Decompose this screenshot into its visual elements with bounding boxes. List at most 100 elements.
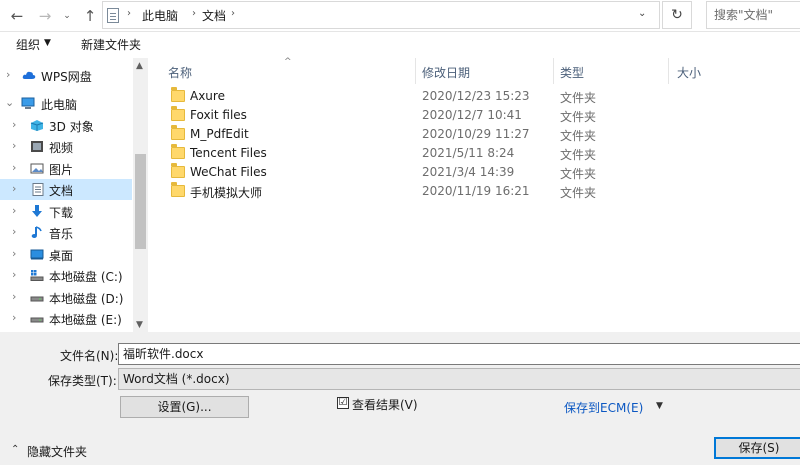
breadcrumb-separator[interactable]: › [127, 8, 131, 19]
file-name: M_PdfEdit [190, 127, 249, 141]
file-name: Tencent Files [190, 146, 267, 160]
file-row[interactable]: Foxit files 2020/12/7 10:41 文件夹 [150, 106, 790, 125]
file-list: 名称 ^ 修改日期 类型 大小 Axure 2020/12/23 15:23 文… [150, 57, 800, 332]
chevron-right-icon[interactable]: › [12, 161, 16, 174]
file-name: WeChat Files [190, 165, 267, 179]
new-folder-button[interactable]: 新建文件夹 [81, 36, 141, 53]
chevron-right-icon[interactable]: › [12, 268, 16, 281]
chevron-right-icon[interactable]: › [6, 68, 10, 81]
hide-folders-button[interactable]: 隐藏文件夹 [27, 443, 87, 460]
chevron-right-icon[interactable]: › [12, 247, 16, 260]
file-row[interactable]: Axure 2020/12/23 15:23 文件夹 [150, 87, 790, 106]
tree-item-downloads[interactable]: › 下载 [0, 201, 132, 222]
file-row[interactable]: M_PdfEdit 2020/10/29 11:27 文件夹 [150, 125, 790, 144]
tree-item-label: 文档 [49, 184, 74, 198]
toolbar: 组织 ▼ 新建文件夹 [0, 32, 800, 58]
chevron-right-icon[interactable]: › [12, 182, 16, 195]
search-input[interactable]: 搜索"文档" [706, 1, 800, 29]
chevron-up-icon[interactable]: ⌃ [11, 444, 19, 455]
chevron-right-icon[interactable]: › [12, 118, 16, 131]
tree-item-drive-c[interactable]: › 本地磁盘 (C:) [0, 265, 132, 286]
tree-item-label: 本地磁盘 (E:) [49, 313, 122, 327]
documents-icon [32, 183, 44, 196]
tree-item-this-pc[interactable]: ⌄ 此电脑 [0, 93, 132, 114]
breadcrumb-documents[interactable]: 文档 [202, 7, 226, 24]
filename-input[interactable]: 福昕软件.docx [118, 343, 800, 365]
folder-icon [171, 125, 185, 140]
tree-item-label: 音乐 [49, 227, 74, 241]
tree-item-label: 视频 [49, 141, 74, 155]
chevron-right-icon[interactable]: › [12, 204, 16, 217]
refresh-icon: ↻ [671, 7, 683, 23]
3d-objects-icon [30, 120, 44, 131]
file-name: Axure [190, 89, 225, 103]
column-header-date[interactable]: 修改日期 [416, 58, 554, 84]
chevron-right-icon[interactable]: › [12, 290, 16, 303]
address-box[interactable]: › 此电脑 › 文档 › ⌄ [102, 1, 660, 29]
breadcrumb-separator[interactable]: › [231, 8, 235, 19]
save-button[interactable]: 保存(S) [714, 437, 800, 459]
column-header-name[interactable]: 名称 ^ [150, 57, 416, 84]
view-results-label[interactable]: 查看结果(V) [352, 396, 418, 413]
file-date: 2020/11/19 16:21 [422, 184, 530, 198]
tree-item-desktop[interactable]: › 桌面 [0, 244, 132, 265]
tree-item-label: 下载 [49, 206, 74, 220]
video-icon [31, 141, 43, 152]
save-type-select[interactable]: Word文档 (*.docx) [118, 368, 800, 390]
file-row[interactable]: Tencent Files 2021/5/11 8:24 文件夹 [150, 144, 790, 163]
tree-item-music[interactable]: › 音乐 [0, 222, 132, 243]
chevron-right-icon[interactable]: › [12, 139, 16, 152]
file-date: 2020/12/7 10:41 [422, 108, 522, 122]
refresh-button[interactable]: ↻ [662, 1, 692, 29]
caret-down-icon[interactable]: ▼ [44, 38, 51, 48]
column-header-size[interactable]: 大小 [669, 58, 749, 84]
tree-item-pictures[interactable]: › 图片 [0, 158, 132, 179]
file-type: 文件夹 [560, 148, 597, 162]
file-name: 手机模拟大师 [190, 186, 263, 200]
sort-ascending-icon: ^ [284, 57, 292, 67]
caret-down-icon[interactable]: ▼ [656, 401, 663, 411]
drive-icon [30, 296, 44, 302]
file-row[interactable]: WeChat Files 2021/3/4 14:39 文件夹 [150, 163, 790, 182]
folder-icon [171, 144, 185, 159]
chevron-right-icon[interactable]: › [12, 225, 16, 238]
pictures-icon [30, 163, 44, 174]
breadcrumb-separator[interactable]: › [192, 8, 196, 19]
cloud-icon [22, 71, 36, 79]
tree-item-wps-cloud[interactable]: › WPS网盘 [0, 65, 132, 86]
scrollbar-thumb[interactable] [135, 154, 146, 249]
save-to-ecm-link[interactable]: 保存到ECM(E) [564, 399, 643, 416]
chevron-right-icon[interactable]: › [12, 311, 16, 324]
chevron-down-icon[interactable]: ⌄ [5, 96, 14, 109]
scroll-up-icon[interactable]: ▲ [136, 61, 143, 71]
back-button[interactable]: ← [6, 6, 28, 26]
column-header-type[interactable]: 类型 [554, 58, 669, 84]
download-icon [32, 205, 42, 217]
chevron-down-icon[interactable]: ⌄ [638, 8, 646, 19]
tree-item-drive-d[interactable]: › 本地磁盘 (D:) [0, 287, 132, 308]
tree-item-drive-e[interactable]: › 本地磁盘 (E:) [0, 308, 132, 329]
tree-item-label: 桌面 [49, 249, 74, 263]
desktop-icon [30, 249, 44, 260]
folder-icon [171, 163, 185, 178]
forward-button[interactable]: → [34, 6, 56, 26]
breadcrumb-this-pc[interactable]: 此电脑 [142, 7, 178, 24]
scroll-down-icon[interactable]: ▼ [136, 320, 143, 330]
folder-icon [171, 182, 185, 197]
view-results-checkbox[interactable]: ☑ [337, 397, 349, 409]
tree-item-documents[interactable]: › 文档 [0, 179, 132, 200]
file-type: 文件夹 [560, 91, 597, 105]
up-button[interactable]: ↑ [79, 6, 101, 26]
navigation-scrollbar[interactable]: ▲ ▼ [133, 58, 148, 332]
file-date: 2021/3/4 14:39 [422, 165, 515, 179]
settings-button[interactable]: 设置(G)... [120, 396, 249, 418]
file-row[interactable]: 手机模拟大师 2020/11/19 16:21 文件夹 [150, 182, 790, 201]
windows-drive-icon [30, 270, 44, 281]
tree-item-label: 图片 [49, 163, 74, 177]
tree-item-3d-objects[interactable]: › 3D 对象 [0, 115, 132, 136]
file-type: 文件夹 [560, 110, 597, 124]
filename-label: 文件名(N): [60, 349, 119, 363]
recent-locations-button[interactable]: ⌄ [60, 6, 74, 26]
organize-menu[interactable]: 组织 [16, 36, 40, 53]
tree-item-videos[interactable]: › 视频 [0, 136, 132, 157]
